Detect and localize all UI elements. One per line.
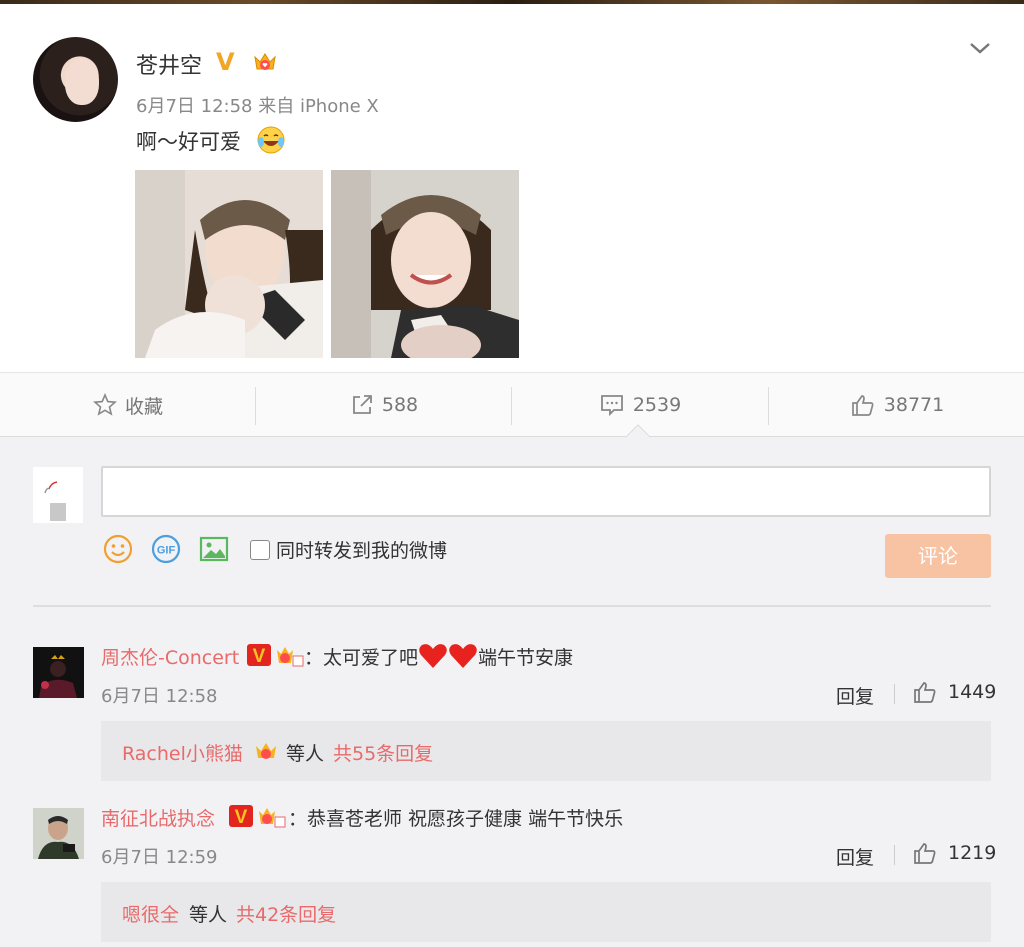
smiley-icon[interactable] — [102, 533, 134, 565]
repost-checkbox[interactable] — [250, 540, 270, 560]
comment-icon — [600, 395, 623, 417]
sub-replies-box[interactable]: 嗯很全 等人 共42条回复 — [101, 882, 991, 942]
post-image-1[interactable] — [135, 170, 323, 358]
post-text: 啊～好可爱 — [136, 130, 241, 154]
comment-like-count: 1449 — [948, 681, 997, 703]
author-name[interactable]: 苍井空 — [136, 48, 202, 80]
vip-crown-icon — [256, 743, 276, 759]
gif-icon[interactable]: GIF — [150, 533, 182, 565]
comment-input[interactable] — [101, 466, 991, 517]
comment-count: 2539 — [632, 394, 682, 416]
thumbs-up-icon — [914, 682, 936, 703]
comment-action-divider — [894, 845, 895, 865]
comment-author-name[interactable]: 周杰伦-Concert — [101, 643, 239, 670]
sub-reply-etc: 等人 — [286, 743, 325, 765]
favorite-button[interactable]: 收藏 — [0, 373, 256, 437]
thumbs-up-icon — [851, 395, 874, 416]
svg-text:V: V — [253, 646, 266, 667]
comment-like-button[interactable]: 1219 — [912, 841, 996, 865]
like-count: 38771 — [883, 394, 945, 416]
reply-button[interactable]: 回复 — [836, 682, 874, 709]
post-meta: 6月7日 12:58 来自 iPhone X — [136, 96, 379, 117]
comment-text-part: 恭喜苍老师 祝愿孩子健康 端午节快乐 — [307, 808, 624, 830]
sub-reply-count[interactable]: 共42条回复 — [236, 900, 336, 927]
image-icon[interactable] — [198, 533, 230, 565]
comment-time: 6月7日 12:59 — [101, 847, 218, 868]
post-image-2[interactable] — [331, 170, 519, 358]
comment-separator: ： — [288, 808, 308, 830]
comment-text: ：恭喜苍老师 祝愿孩子健康 端午节快乐 — [288, 804, 623, 831]
svg-text:V: V — [235, 807, 248, 828]
my-avatar[interactable] — [33, 467, 83, 523]
comment-time: 6月7日 12:58 — [101, 686, 218, 707]
author-avatar[interactable] — [33, 37, 118, 122]
repost-button[interactable]: 588 — [256, 373, 512, 437]
like-button[interactable]: 38771 — [769, 373, 1024, 437]
favorite-label: 收藏 — [124, 395, 163, 418]
comment-badges: V — [229, 805, 286, 828]
action-bar: 收藏 588 2539 38771 — [0, 372, 1024, 437]
comment-action-divider — [894, 684, 895, 704]
verified-badge: V — [216, 48, 235, 76]
comment-like-count: 1219 — [948, 842, 997, 864]
vip-crown-icon — [254, 53, 276, 70]
chevron-down-icon[interactable] — [968, 40, 992, 56]
reply-button[interactable]: 回复 — [836, 843, 874, 870]
comment-avatar[interactable] — [33, 808, 84, 859]
share-icon — [352, 395, 372, 414]
svg-text:GIF: GIF — [157, 545, 176, 557]
submit-comment-button[interactable]: 评论 — [885, 534, 991, 578]
comment-text-part: 端午节安康 — [478, 647, 574, 669]
laughing-crying-emoji-icon — [257, 126, 285, 154]
composer-divider — [33, 605, 991, 607]
sub-reply-etc: 等人 — [189, 904, 228, 926]
comment-author-name[interactable]: 南征北战执念 — [101, 804, 215, 831]
comment-separator: ： — [304, 647, 324, 669]
thumbs-up-icon — [914, 843, 936, 864]
sub-reply-count[interactable]: 共55条回复 — [333, 739, 433, 766]
comment-text-part: 太可爱了吧 — [323, 647, 419, 669]
post-card: 苍井空 V 6月7日 12:58 来自 iPhone X 啊～好可爱 — [0, 4, 1024, 372]
heart-icon — [449, 644, 477, 668]
repost-checkbox-label[interactable]: 同时转发到我的微博 — [276, 536, 447, 563]
comment-badges: V — [247, 644, 304, 667]
sub-replies-box[interactable]: Rachel小熊猫 等人 共55条回复 — [101, 721, 991, 781]
heart-icon — [419, 644, 447, 668]
star-icon — [93, 393, 117, 416]
sub-reply-author[interactable]: Rachel小熊猫 — [122, 739, 243, 766]
sub-reply-author[interactable]: 嗯很全 — [122, 900, 179, 927]
comment-text: ：太可爱了吧 端午节安康 — [304, 643, 573, 670]
comment-like-button[interactable]: 1449 — [912, 680, 996, 704]
comment-avatar[interactable] — [33, 647, 84, 698]
repost-count: 588 — [381, 394, 419, 416]
